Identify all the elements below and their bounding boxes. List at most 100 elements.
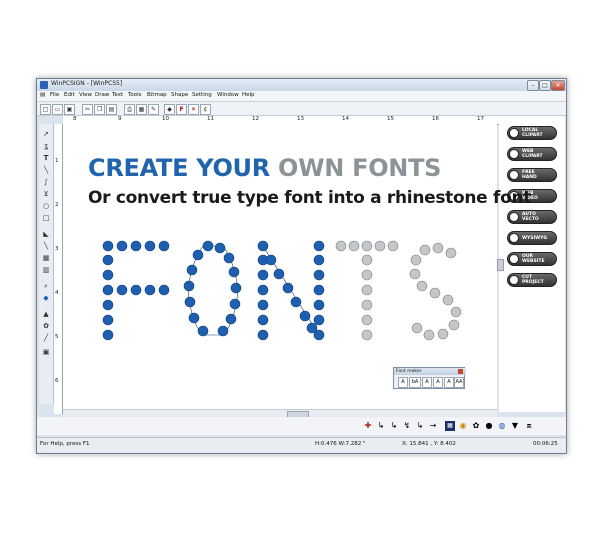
menu-help[interactable]: Help: [242, 92, 255, 98]
select-arrow-icon[interactable]: ➚: [41, 130, 51, 139]
stone-icon[interactable]: ●: [484, 421, 494, 431]
paste-icon[interactable]: ▤: [106, 104, 117, 115]
menu-bitmap[interactable]: Bitmap: [147, 92, 167, 98]
ruler-tick: 4: [55, 290, 59, 296]
coin-icon[interactable]: ◉: [458, 421, 468, 431]
letter-f: [102, 240, 170, 341]
ruler-tick: 12: [252, 116, 259, 122]
button-label: WEB CLIPART: [522, 149, 543, 159]
wysiwyg-button[interactable]: WYSIWYG: [507, 231, 557, 245]
rhinestone-fonts-art: [102, 240, 462, 341]
template-icon[interactable]: ▦: [445, 421, 455, 431]
menu-draw[interactable]: Draw: [95, 92, 109, 98]
main-toolbar: □ ▭ ▣ ✂ ❐ ▤ ⎙ ▦ ✎ ◆ F ✕ ¢: [37, 102, 566, 116]
button-label: WYSIWYG: [522, 236, 548, 241]
button-label: AUTO VECTO: [522, 212, 539, 222]
open-folder-icon[interactable]: ▭: [52, 104, 63, 115]
menu-tools[interactable]: Tools: [128, 92, 142, 98]
font-maker-btn-2[interactable]: bA: [409, 377, 421, 388]
panel-splitter-handle[interactable]: [497, 259, 504, 271]
save-icon[interactable]: ▣: [64, 104, 75, 115]
ellipse-tool-icon[interactable]: ○: [41, 202, 51, 211]
menu-view[interactable]: View: [79, 92, 92, 98]
polygon-tool-icon[interactable]: ⊻: [41, 190, 51, 199]
weed-icon[interactable]: ¢: [200, 104, 211, 115]
remove-icon[interactable]: ✕: [188, 104, 199, 115]
pen-tool-icon[interactable]: ╲: [41, 242, 51, 251]
font-maker-btn-1[interactable]: A: [398, 377, 408, 388]
status-time: 00:06:25: [533, 441, 558, 447]
folder-icon: [509, 128, 519, 138]
palette-tool-icon[interactable]: ✿: [41, 322, 51, 331]
new-file-icon[interactable]: □: [40, 104, 51, 115]
curve-tool-icon[interactable]: ∫: [41, 178, 51, 187]
rhinestone-icon[interactable]: ◆: [164, 104, 175, 115]
eye-icon: [509, 233, 519, 243]
transform-icon-3[interactable]: ↯: [402, 421, 412, 431]
ruler-tick: 15: [387, 116, 394, 122]
maximize-button[interactable]: □: [539, 80, 551, 91]
local-clipart-button[interactable]: LOCAL CLIPART: [507, 126, 557, 140]
font-maker-btn-3[interactable]: A: [422, 377, 432, 388]
web-clipart-button[interactable]: WEB CLIPART: [507, 147, 557, 161]
font-maker-btn-5[interactable]: A: [444, 377, 454, 388]
fill-tool-icon[interactable]: ◣: [41, 230, 51, 239]
close-button[interactable]: ✕: [551, 80, 565, 91]
text-tool-icon[interactable]: T: [41, 154, 51, 163]
shirt-icon[interactable]: ▼: [510, 421, 520, 431]
menu-setting[interactable]: Setting: [192, 92, 212, 98]
font-maker-btn-6[interactable]: AA: [454, 377, 464, 388]
print-preview-icon[interactable]: ▦: [136, 104, 147, 115]
our-website-button[interactable]: OUR WEBSITE: [507, 252, 557, 266]
ruler-tick: 10: [162, 116, 169, 122]
ruler-tick: 16: [432, 116, 439, 122]
menu-shape[interactable]: Shape: [171, 92, 188, 98]
font-icon[interactable]: F: [176, 104, 187, 115]
node-edit-icon[interactable]: ʓ: [41, 142, 51, 151]
menu-window[interactable]: Window: [217, 92, 239, 98]
globe-icon: [509, 149, 519, 159]
headline-blue: CREATE YOUR: [88, 154, 270, 182]
free-hand-button[interactable]: FREE HAND: [507, 168, 557, 182]
headline-gray: OWN FONTS: [277, 154, 442, 182]
font-maker-btn-4[interactable]: A: [433, 377, 443, 388]
cut-icon[interactable]: ✂: [82, 104, 93, 115]
minimize-button[interactable]: –: [527, 80, 539, 91]
status-bar: For Help, press F1 H:0.476 W:7.282 " X: …: [37, 437, 566, 452]
bag-tool-icon[interactable]: ▣: [41, 348, 51, 357]
cut-project-button[interactable]: CUT PROJECT: [507, 273, 557, 287]
diamond-tool-icon[interactable]: ◆: [41, 294, 51, 303]
zoom-tool-icon[interactable]: ⌕: [41, 282, 51, 291]
transform-icon-5[interactable]: →: [428, 421, 438, 431]
transform-icon-4[interactable]: ↳: [415, 421, 425, 431]
copy-icon[interactable]: ❐: [94, 104, 105, 115]
color-tool-icon[interactable]: ▦: [41, 254, 51, 263]
auto-vecto-button[interactable]: AUTO VECTO: [507, 210, 557, 224]
font-maker-title[interactable]: Font maker: [394, 368, 466, 375]
font-maker-close-icon[interactable]: [458, 369, 463, 374]
bucket-tool-icon[interactable]: ▲: [41, 310, 51, 319]
canvas-headline: CREATE YOUR OWN FONTS: [88, 154, 441, 182]
title-bar[interactable]: WinPCSIGN - [WinPCS5] – □ ✕: [37, 79, 566, 91]
arrow-tool-icon[interactable]: ✚: [363, 421, 373, 431]
menu-text[interactable]: Text: [112, 92, 123, 98]
transform-icon-1[interactable]: ↳: [376, 421, 386, 431]
wheel-icon[interactable]: ✿: [471, 421, 481, 431]
transform-icon-2[interactable]: ↳: [389, 421, 399, 431]
cutter-icon[interactable]: ✎: [148, 104, 159, 115]
knife-tool-icon[interactable]: ╱: [41, 334, 51, 343]
line-tool-icon[interactable]: ╲: [41, 166, 51, 175]
frame-icon[interactable]: ⧈: [524, 421, 534, 431]
menu-file[interactable]: File: [50, 92, 59, 98]
print-icon[interactable]: ⎙: [124, 104, 135, 115]
doc-menu-icon[interactable]: ▤: [40, 92, 45, 98]
align-tool-icon[interactable]: ▥: [41, 266, 51, 275]
button-label: OUR WEBSITE: [522, 254, 545, 264]
globe-tool-icon[interactable]: ◍: [497, 421, 507, 431]
menu-edit[interactable]: Edit: [64, 92, 75, 98]
font-maker-dialog[interactable]: Font maker A bA A A A AA: [393, 367, 466, 389]
rectangle-tool-icon[interactable]: □: [41, 214, 51, 223]
status-size: H:0.476 W:7.282 ": [315, 441, 366, 447]
letter-t: [335, 240, 399, 341]
right-panel: LOCAL CLIPART WEB CLIPART FREE HAND WEB …: [499, 116, 565, 412]
